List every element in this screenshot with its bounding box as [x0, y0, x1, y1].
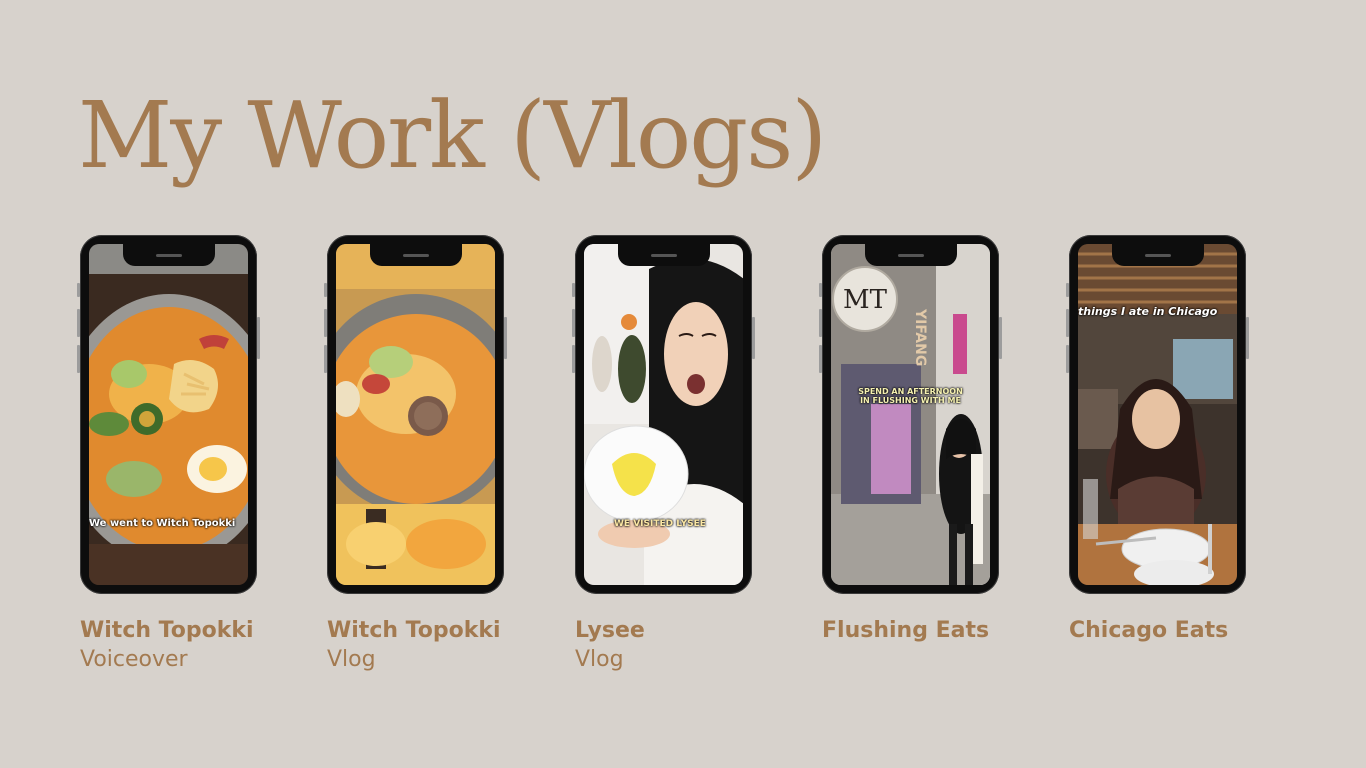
video-caption: things I ate in Chicago: [1078, 305, 1218, 318]
video-title: Witch Topokki: [80, 618, 254, 643]
video-caption: We went to Witch Topokki: [89, 518, 236, 529]
video-card-5[interactable]: things I ate in Chicago Chicago Eats: [1066, 235, 1249, 646]
video-card-4[interactable]: MT YIFANG SPEND AN AFTERNOON IN FLUSHING…: [819, 235, 1002, 646]
video-caption: WE VISITED LYSEE: [614, 519, 706, 529]
video-thumbnail[interactable]: things I ate in Chicago: [1078, 244, 1237, 585]
video-card-3[interactable]: WE VISITED LYSEE Lysee Vlog: [572, 235, 755, 674]
video-title: Flushing Eats: [822, 618, 990, 643]
video-card-1[interactable]: We went to Witch Topokki Witch Topokki V…: [77, 235, 260, 674]
shop-sign: YIFANG: [912, 308, 928, 366]
phone-frame: [324, 235, 507, 594]
video-caption: SPEND AN AFTERNOON IN FLUSHING WITH ME: [858, 387, 963, 406]
phone-frame: WE VISITED LYSEE: [572, 235, 755, 594]
video-title: Witch Topokki: [327, 618, 501, 643]
video-thumbnail[interactable]: WE VISITED LYSEE: [584, 244, 743, 585]
page-title: My Work (Vlogs): [78, 82, 827, 189]
video-subtitle: Vlog: [327, 647, 376, 672]
video-subtitle: Voiceover: [80, 647, 188, 672]
video-thumbnail[interactable]: [336, 244, 495, 585]
video-thumbnail[interactable]: We went to Witch Topokki: [89, 244, 248, 585]
tea-shop-logo: MT: [843, 285, 888, 315]
phone-frame: things I ate in Chicago: [1066, 235, 1249, 594]
video-title: Lysee: [575, 618, 645, 643]
video-title: Chicago Eats: [1069, 618, 1229, 643]
video-thumbnail[interactable]: MT YIFANG SPEND AN AFTERNOON IN FLUSHING…: [831, 244, 990, 585]
video-card-2[interactable]: Witch Topokki Vlog: [324, 235, 507, 674]
video-subtitle: Vlog: [575, 647, 624, 672]
phone-frame: MT YIFANG SPEND AN AFTERNOON IN FLUSHING…: [819, 235, 1002, 594]
phone-frame: We went to Witch Topokki: [77, 235, 260, 594]
